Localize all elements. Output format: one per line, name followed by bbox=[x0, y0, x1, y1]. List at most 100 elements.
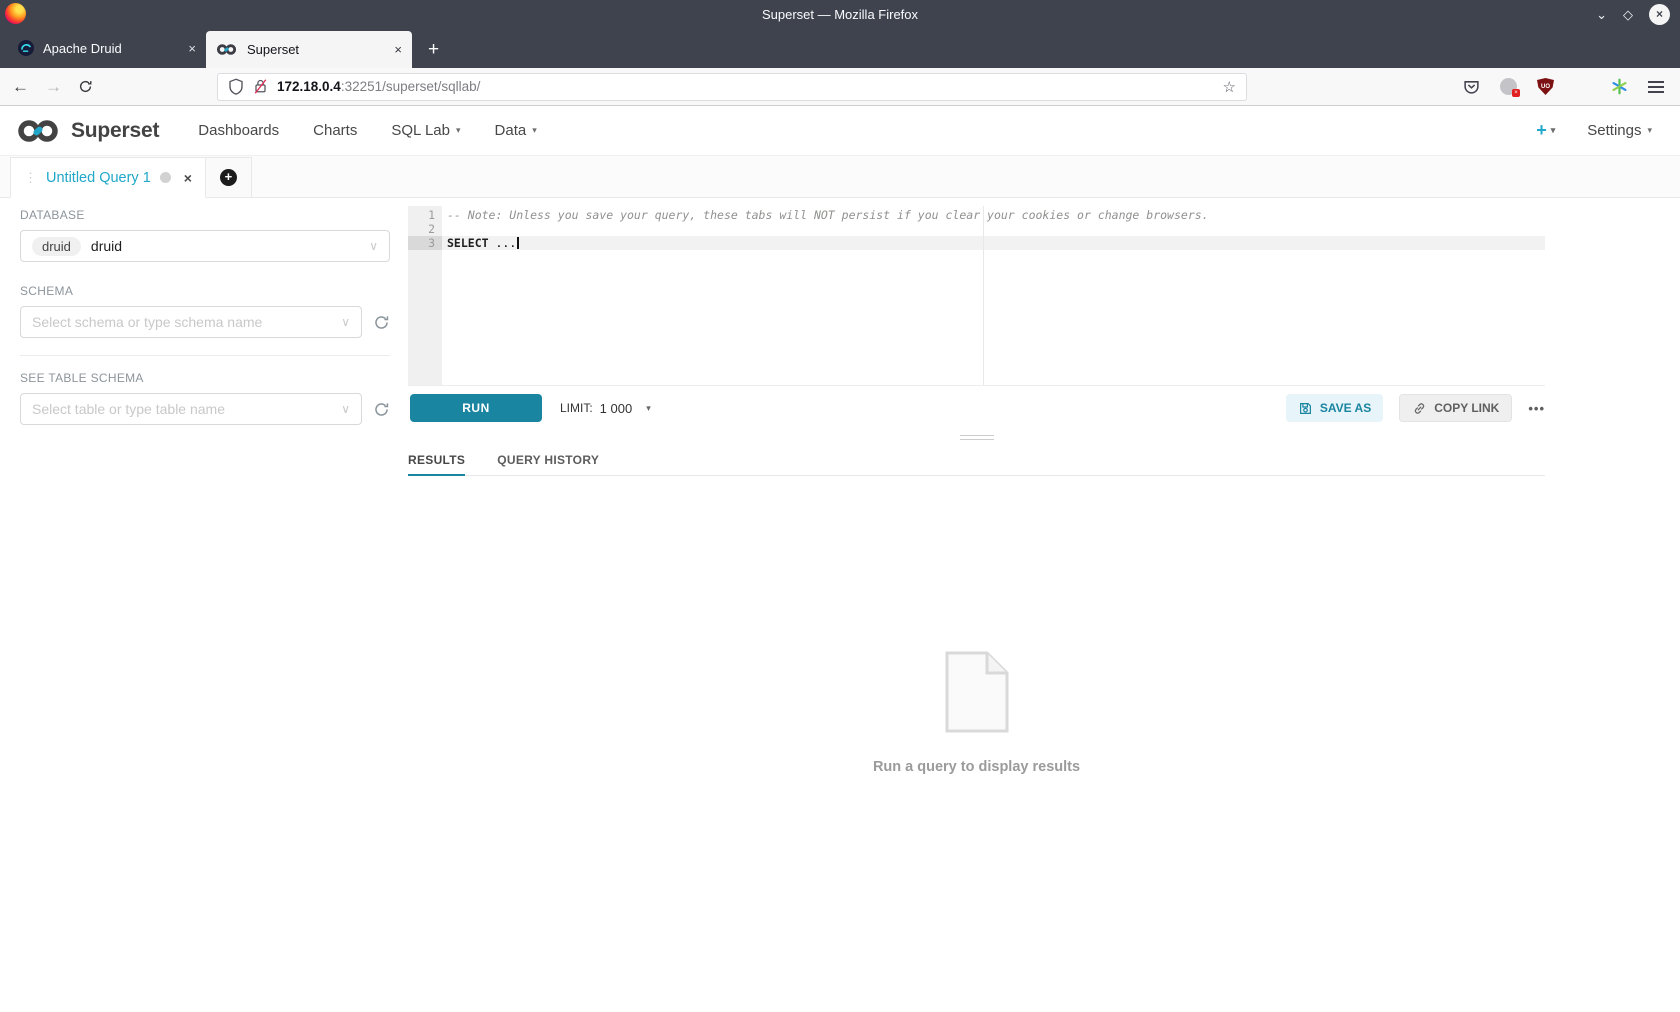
drag-handle-icon[interactable]: ⋮ bbox=[24, 170, 37, 186]
shield-icon[interactable] bbox=[228, 78, 244, 95]
browser-tab-strip: Apache Druid × Superset × + bbox=[0, 28, 1680, 68]
limit-value: 1 000 bbox=[600, 401, 633, 416]
browser-tab-apache-druid[interactable]: Apache Druid × bbox=[8, 31, 206, 65]
results-empty-state: Run a query to display results bbox=[408, 651, 1545, 775]
browser-tab-label: Superset bbox=[247, 42, 299, 57]
schema-placeholder: Select schema or type schema name bbox=[32, 314, 262, 330]
document-icon bbox=[945, 651, 1009, 733]
plus-icon: + bbox=[1536, 120, 1547, 141]
new-object-button[interactable]: + ▾ bbox=[1536, 120, 1555, 141]
copy-link-button[interactable]: COPY LINK bbox=[1399, 394, 1512, 422]
extension-icons: × UO bbox=[1463, 78, 1668, 95]
extension-error-badge: × bbox=[1512, 89, 1520, 97]
table-placeholder: Select table or type table name bbox=[32, 401, 225, 417]
editor-toolbar: RUN LIMIT: 1 000 ▾ SAVE AS COPY LINK bbox=[408, 386, 1545, 430]
tab-results[interactable]: RESULTS bbox=[408, 446, 465, 476]
nav-sql-lab[interactable]: SQL Lab ▾ bbox=[391, 122, 460, 139]
nav-label: Dashboards bbox=[198, 122, 279, 139]
line-number: 1 bbox=[408, 208, 442, 222]
close-icon[interactable]: × bbox=[394, 42, 402, 57]
empty-state-message: Run a query to display results bbox=[873, 759, 1080, 775]
sql-editor-pane: 1 2 3 -- Note: Unless you save your quer… bbox=[408, 198, 1545, 775]
tab-query-history[interactable]: QUERY HISTORY bbox=[497, 446, 599, 476]
table-select[interactable]: Select table or type table name ∨ bbox=[20, 393, 362, 425]
save-icon bbox=[1298, 401, 1313, 416]
sqllab-sidebar: DATABASE druid druid ∨ SCHEMA Select sch… bbox=[10, 198, 390, 425]
chevron-down-icon: ∨ bbox=[369, 239, 378, 253]
window-minimize-icon[interactable]: ⌄ bbox=[1596, 8, 1607, 21]
back-button[interactable]: ← bbox=[12, 77, 29, 97]
firefox-titlebar: Superset — Mozilla Firefox ⌄ ◇ × bbox=[0, 0, 1680, 28]
refresh-schemas-icon[interactable] bbox=[373, 314, 390, 331]
line-number: 2 bbox=[408, 222, 442, 236]
address-bar[interactable]: 172.18.0.4:32251/superset/sqllab/ ☆ bbox=[217, 73, 1247, 101]
ublock-origin-icon[interactable]: UO bbox=[1537, 78, 1554, 95]
nav-label: SQL Lab bbox=[391, 122, 450, 139]
toolbar-right: SAVE AS COPY LINK ••• bbox=[1286, 394, 1545, 422]
sql-keyword: SELECT bbox=[447, 236, 489, 250]
extension-disabled-icon[interactable]: × bbox=[1500, 78, 1517, 95]
colorful-asterisk-extension-icon[interactable] bbox=[1611, 78, 1628, 95]
superset-logo-icon bbox=[16, 118, 62, 144]
add-query-tab[interactable]: + bbox=[206, 157, 252, 198]
menu-hamburger-icon[interactable] bbox=[1648, 86, 1664, 88]
text-cursor bbox=[517, 237, 519, 249]
run-button[interactable]: RUN bbox=[410, 394, 542, 422]
caret-down-icon: ▾ bbox=[646, 403, 651, 414]
sidebar-divider bbox=[20, 355, 390, 356]
save-as-label: SAVE AS bbox=[1320, 401, 1371, 415]
nav-data[interactable]: Data ▾ bbox=[495, 122, 537, 139]
insecure-lock-icon[interactable] bbox=[253, 78, 268, 95]
cookie-extension-icon[interactable] bbox=[1574, 78, 1591, 95]
close-icon[interactable]: × bbox=[184, 170, 192, 186]
line-number-active: 3 bbox=[408, 236, 442, 250]
save-as-button[interactable]: SAVE AS bbox=[1286, 394, 1383, 422]
chevron-down-icon: ▾ bbox=[1647, 125, 1652, 136]
nav-label: Charts bbox=[313, 122, 357, 139]
window-title: Superset — Mozilla Firefox bbox=[0, 7, 1680, 22]
druid-favicon-icon bbox=[18, 40, 34, 56]
nav-dashboards[interactable]: Dashboards bbox=[198, 122, 279, 139]
sql-comment: -- Note: Unless you save your query, the… bbox=[447, 208, 1209, 222]
database-value: druid bbox=[91, 238, 122, 254]
query-tab-untitled-query-1[interactable]: ⋮ Untitled Query 1 × bbox=[10, 157, 206, 198]
close-icon[interactable]: × bbox=[188, 41, 196, 56]
database-select[interactable]: druid druid ∨ bbox=[20, 230, 390, 262]
editor-gutter: 1 2 3 bbox=[408, 206, 442, 385]
superset-navbar: Superset Dashboards Charts SQL Lab ▾ Dat… bbox=[0, 106, 1680, 156]
settings-menu[interactable]: Settings ▾ bbox=[1587, 122, 1652, 139]
plus-circle-icon: + bbox=[220, 169, 237, 186]
nav-charts[interactable]: Charts bbox=[313, 122, 357, 139]
limit-label: LIMIT: bbox=[560, 401, 593, 415]
pane-resize-divider[interactable] bbox=[408, 430, 1545, 446]
results-tab-bar: RESULTS QUERY HISTORY bbox=[408, 446, 1545, 476]
window-maximize-icon[interactable]: ◇ bbox=[1623, 8, 1633, 21]
sql-code-editor[interactable]: 1 2 3 -- Note: Unless you save your quer… bbox=[408, 206, 1545, 386]
limit-dropdown[interactable]: LIMIT: 1 000 ▾ bbox=[560, 401, 651, 416]
browser-tab-superset[interactable]: Superset × bbox=[206, 31, 412, 68]
settings-label: Settings bbox=[1587, 122, 1641, 139]
link-icon bbox=[1412, 401, 1427, 416]
table-schema-label: SEE TABLE SCHEMA bbox=[20, 371, 390, 385]
query-tab-strip: ⋮ Untitled Query 1 × + bbox=[0, 156, 1680, 198]
superset-brand[interactable]: Superset bbox=[16, 118, 159, 144]
nav-label: Data bbox=[495, 122, 527, 139]
sql-text: ... bbox=[489, 236, 517, 250]
window-close-icon[interactable]: × bbox=[1649, 4, 1670, 25]
chevron-down-icon: ▾ bbox=[532, 125, 537, 136]
reload-icon[interactable] bbox=[78, 79, 93, 94]
new-tab-button[interactable]: + bbox=[428, 40, 439, 59]
database-badge: druid bbox=[32, 237, 81, 256]
refresh-tables-icon[interactable] bbox=[373, 401, 390, 418]
schema-select[interactable]: Select schema or type schema name ∨ bbox=[20, 306, 362, 338]
url-path: :32251/superset/sqllab/ bbox=[341, 79, 481, 94]
query-status-dot bbox=[160, 172, 171, 183]
more-actions-button[interactable]: ••• bbox=[1528, 401, 1545, 416]
window-controls: ⌄ ◇ × bbox=[1596, 0, 1670, 28]
chevron-down-icon: ▾ bbox=[456, 125, 461, 136]
pocket-icon[interactable] bbox=[1463, 78, 1480, 95]
resize-grip-icon[interactable] bbox=[960, 435, 994, 440]
bookmark-star-icon[interactable]: ☆ bbox=[1223, 78, 1236, 96]
print-margin-line bbox=[983, 206, 984, 385]
forward-button: → bbox=[45, 77, 62, 97]
